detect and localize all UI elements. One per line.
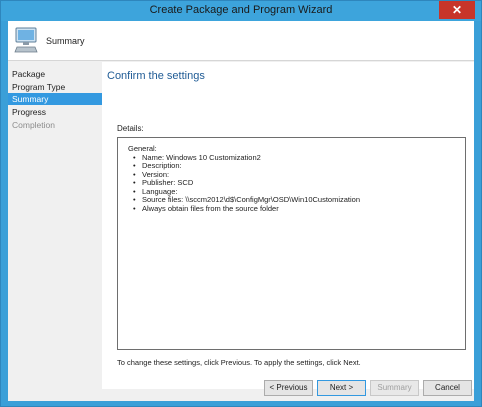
wizard-header: Summary (8, 21, 474, 61)
next-button[interactable]: Next > (317, 380, 366, 396)
wizard-window: Create Package and Program Wizard ✕ Summ… (0, 0, 482, 407)
nav-item-package[interactable]: Package (8, 68, 102, 80)
summary-button: Summary (370, 380, 419, 396)
details-textbox[interactable]: General: Name: Windows 10 Customization2… (117, 137, 466, 350)
details-content: General: Name: Windows 10 Customization2… (128, 144, 360, 214)
instruction-text: To change these settings, click Previous… (117, 358, 361, 367)
nav-item-summary[interactable]: Summary (8, 93, 102, 105)
nav-item-program-type[interactable]: Program Type (8, 81, 102, 93)
nav-item-progress[interactable]: Progress (8, 106, 102, 118)
previous-button[interactable]: < Previous (264, 380, 313, 396)
detail-description: Description: (133, 161, 360, 171)
details-list: Name: Windows 10 Customization2 Descript… (128, 153, 360, 214)
button-bar: < Previous Next > Summary Cancel (102, 380, 474, 401)
cancel-button[interactable]: Cancel (423, 380, 472, 396)
wizard-nav: Package Program Type Summary Progress Co… (8, 62, 102, 401)
nav-item-completion: Completion (12, 120, 55, 130)
main-panel: Confirm the settings Details: General: N… (102, 62, 474, 389)
details-label: Details: (117, 124, 144, 133)
close-icon: ✕ (451, 3, 463, 17)
section-title: Confirm the settings (107, 70, 205, 82)
title-bar[interactable]: Create Package and Program Wizard ✕ (1, 1, 481, 21)
header-title: Summary (46, 36, 85, 46)
detail-obtain-files: Always obtain files from the source fold… (133, 204, 360, 214)
wizard-client: Summary Package Program Type Summary Pro… (8, 21, 474, 401)
window-title: Create Package and Program Wizard (149, 4, 333, 16)
close-button[interactable]: ✕ (439, 1, 475, 19)
computer-icon (14, 27, 38, 53)
